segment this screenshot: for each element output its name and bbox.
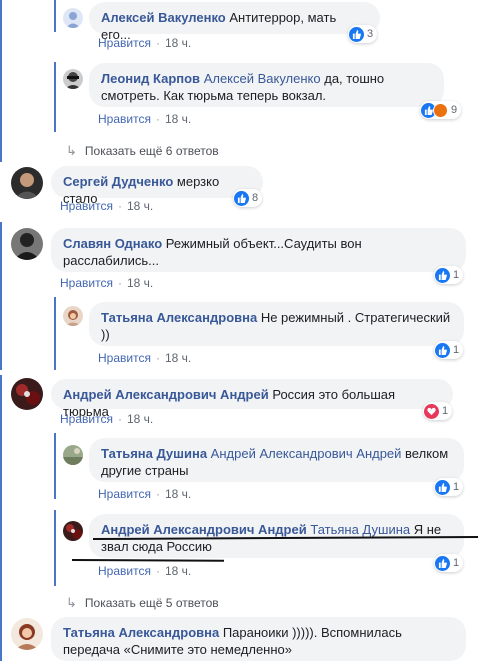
comment-mention[interactable]: Андрей Александрович Андрей [211,446,402,461]
avatar[interactable] [11,228,43,260]
timestamp[interactable]: 18 ч. [165,112,191,126]
comment-author[interactable]: Татьяна Александровна [63,625,219,640]
avatar[interactable] [11,167,43,199]
reactions-badge[interactable]: 3 [348,25,378,43]
timestamp[interactable]: 18 ч. [127,412,153,426]
like-reaction-icon [349,26,364,42]
thread-line [0,612,2,661]
timestamp[interactable]: 18 ч. [127,276,153,290]
like-reaction-icon [234,190,249,206]
like-link[interactable]: Нравится [60,276,113,290]
thread-line [0,375,2,615]
ink-underline [71,559,225,562]
comment-author[interactable]: Славян Однако [63,236,162,251]
comment-author[interactable]: Андрей Александрович Андрей [101,522,307,537]
comment-mention[interactable]: Татьяна Душина [310,522,410,537]
reaction-count: 1 [453,481,460,493]
avatar[interactable] [11,378,43,410]
like-link[interactable]: Нравится [98,112,151,126]
comment-author[interactable]: Леонид Карпов [101,71,200,86]
thread-line [54,0,56,32]
angry-reaction-icon [433,102,448,118]
reactions-badge[interactable]: 1 [434,341,464,359]
comment-actions: Нравится · 18 ч. [60,412,154,426]
avatar[interactable] [63,445,83,465]
timestamp[interactable]: 18 ч. [165,487,191,501]
avatar[interactable] [63,521,83,541]
thread-line [0,0,2,162]
comment-author[interactable]: Андрей Александрович Андрей [63,387,269,402]
like-link[interactable]: Нравится [98,564,151,578]
thread-line [54,510,56,586]
reaction-count: 1 [453,344,460,356]
comment-bubble: Сергей Дудченко мерзко стало [51,166,263,206]
comment-bubble: Татьяна Душина Андрей Александрович Андр… [89,438,464,482]
like-link[interactable]: Нравится [98,487,151,501]
timestamp[interactable]: 18 ч. [165,351,191,365]
like-reaction-icon [435,555,450,571]
like-reaction-icon [435,267,450,283]
comment-author[interactable]: Сергей Дудченко [63,174,173,189]
like-link[interactable]: Нравится [60,199,113,213]
comment-actions: Нравится · 18 ч. [60,276,154,290]
comment-actions: Нравится · 18 ч. [98,487,192,501]
comment-actions: Нравится · 18 ч. [98,351,192,365]
reactions-badge[interactable]: 1 [434,266,464,284]
reaction-count: 3 [367,28,374,40]
reactions-badge[interactable]: 1 [434,554,464,572]
like-link[interactable]: Нравится [98,351,151,365]
like-link[interactable]: Нравится [98,36,151,50]
thread-line [54,62,56,132]
timestamp[interactable]: 18 ч. [127,199,153,213]
comment-author[interactable]: Татьяна Душина [101,446,207,461]
reaction-count: 9 [451,104,458,116]
like-reaction-icon [435,342,450,358]
avatar[interactable] [63,306,83,326]
comment-bubble: Татьяна Александровна Не режимный . Стра… [89,302,464,346]
reaction-count: 1 [453,269,460,281]
avatar[interactable] [11,618,43,650]
avatar[interactable] [63,69,83,89]
comment-bubble: Татьяна Александровна Параноики ))))). В… [51,617,466,661]
reply-arrow-icon: ↳ [66,143,77,158]
reactions-badge[interactable]: 9 [420,101,462,119]
thread-line [54,433,56,499]
show-more-label[interactable]: Показать ещё 5 ответов [85,596,219,610]
thread-line [0,222,2,370]
show-more-label[interactable]: Показать ещё 6 ответов [85,144,219,158]
like-reaction-icon [435,479,450,495]
reaction-count: 1 [442,405,449,417]
reply-arrow-icon: ↳ [66,595,77,610]
reaction-count: 1 [453,557,460,569]
comment-bubble: Алексей Вакуленко Антитеррор, мать его..… [89,2,380,42]
comment-actions: Нравится · 18 ч. [98,564,192,578]
show-more-replies[interactable]: ↳ Показать ещё 5 ответов [66,595,219,611]
love-reaction-icon [424,403,439,419]
comment-author[interactable]: Алексей Вакуленко [101,10,226,25]
avatar[interactable] [63,8,83,28]
comment-actions: Нравится · 18 ч. [98,112,192,126]
like-link[interactable]: Нравится [60,412,113,426]
comment-actions: Нравится · 18 ч. [60,199,154,213]
comment-bubble: Андрей Александрович Андрей Россия это б… [51,379,453,419]
timestamp[interactable]: 18 ч. [165,36,191,50]
show-more-replies[interactable]: ↳ Показать ещё 6 ответов [66,143,219,159]
comment-author[interactable]: Татьяна Александровна [101,310,257,325]
comment-bubble: Леонид Карпов Алексей Вакуленко да, тошн… [89,63,444,107]
reactions-badge[interactable]: 8 [233,189,263,207]
comment-bubble: Славян Однако Режимный объект...Саудиты … [51,228,466,272]
reaction-count: 8 [252,192,259,204]
comment-actions: Нравится · 18 ч. [98,36,192,50]
thread-line [54,297,56,370]
reactions-badge[interactable]: 1 [423,402,453,420]
comment-mention[interactable]: Алексей Вакуленко [204,71,321,86]
reactions-badge[interactable]: 1 [434,478,464,496]
timestamp[interactable]: 18 ч. [165,564,191,578]
